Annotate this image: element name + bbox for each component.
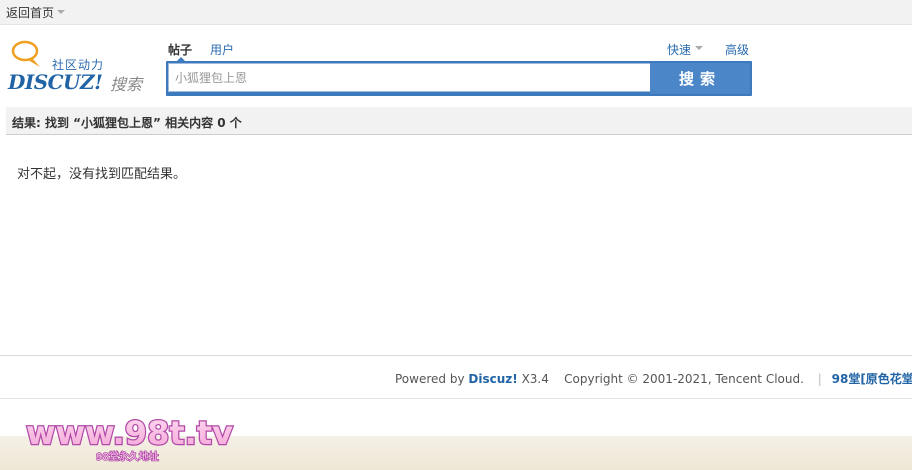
footer-site-link[interactable]: 98堂[原色花堂] (832, 372, 912, 386)
footer-version: X3.4 (521, 372, 549, 386)
site-logo[interactable]: 社区动力 DISCUZ! 搜索 (8, 40, 148, 94)
speech-bubble-icon (11, 40, 40, 67)
powered-by-label: Powered by (395, 372, 465, 386)
result-summary-bar: 结果: 找到 “小狐狸包上恩” 相关内容 0 个 (6, 107, 912, 135)
search-button[interactable]: 搜索 (650, 63, 750, 94)
footer-copyright: Copyright © 2001-2021, Tencent Cloud. (564, 372, 804, 386)
search-input[interactable] (168, 63, 654, 92)
top-bar: 返回首页 (0, 0, 912, 25)
result-summary: 结果: 找到 “小狐狸包上恩” 相关内容 0 个 (12, 116, 242, 130)
home-link[interactable]: 返回首页 (6, 4, 54, 21)
svg-text:98堂永久地址: 98堂永久地址 (96, 450, 159, 463)
advanced-search-link[interactable]: 高级 (725, 41, 749, 58)
site-watermark-logo: www.98t.tv 98堂永久地址 (25, 413, 235, 464)
svg-text:www.98t.tv: www.98t.tv (26, 414, 233, 452)
empty-result-message: 对不起，没有找到匹配结果。 (17, 167, 187, 182)
search-bar: 搜索 (166, 61, 752, 96)
logo-brand: DISCUZ! (8, 70, 103, 94)
footer-separator: | (817, 372, 822, 386)
footer-brand-link[interactable]: Discuz! (468, 372, 517, 386)
footer-divider-bottom (0, 398, 912, 399)
chevron-down-icon[interactable] (695, 46, 703, 50)
tab-users[interactable]: 用户 (210, 41, 234, 58)
footer-divider (0, 355, 912, 356)
quick-search-link[interactable]: 快速 (667, 41, 691, 58)
logo-search-word: 搜索 (110, 75, 143, 94)
tab-posts[interactable]: 帖子 (168, 41, 192, 58)
footer: Powered by Discuz! X3.4 Copyright © 2001… (395, 370, 912, 387)
chevron-down-icon[interactable] (57, 10, 65, 14)
